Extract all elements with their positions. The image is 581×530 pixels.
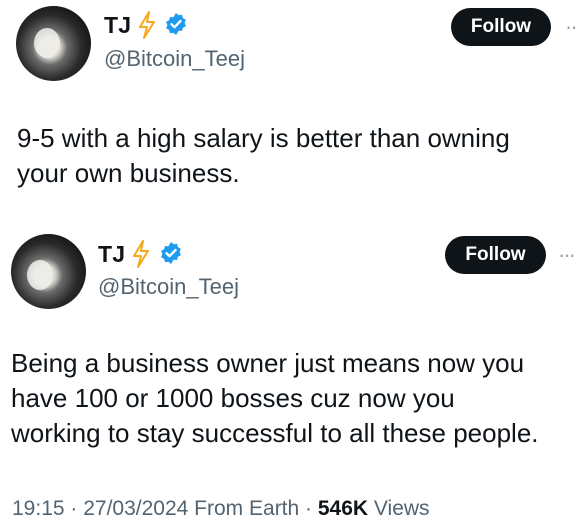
avatar-highlight [34,28,60,58]
tweet-source: From Earth [188,497,300,520]
follow-button[interactable]: Follow [451,8,551,46]
separator-dot: · [64,497,84,520]
user-handle[interactable]: @Bitcoin_Teej [104,46,245,72]
user-handle[interactable]: @Bitcoin_Teej [98,274,239,300]
views-count[interactable]: 546K [318,497,368,520]
tweet-2: TJ @Bitcoin_Teej Follow ··· Being a busi… [0,228,581,488]
verified-badge-icon [166,13,186,35]
lightning-bolt-icon [139,11,155,39]
more-options-icon[interactable]: ·· [565,14,578,40]
display-name[interactable]: TJ [98,241,125,268]
follow-button[interactable]: Follow [445,236,546,274]
tweet-date[interactable]: 27/03/2024 [83,497,188,520]
views-label: Views [368,497,430,520]
more-options-icon[interactable]: ··· [558,242,576,268]
tweet-text: 9-5 with a high salary is better than ow… [17,123,510,188]
verified-badge-icon [161,242,181,264]
display-name[interactable]: TJ [104,12,131,39]
avatar[interactable] [11,234,86,309]
tweet-1: TJ @Bitcoin_Teej Follow ·· 9-5 with a hi… [0,0,581,210]
tweet-time[interactable]: 19:15 [12,497,65,520]
separator-dot: · [299,497,318,520]
tweet-text: Being a business owner just means now yo… [11,348,539,448]
avatar-highlight [27,260,53,290]
avatar[interactable] [16,6,91,81]
lightning-bolt-icon [133,240,149,268]
tweet-metadata: 19:15 · 27/03/2024 From Earth · 546K Vie… [12,497,430,521]
